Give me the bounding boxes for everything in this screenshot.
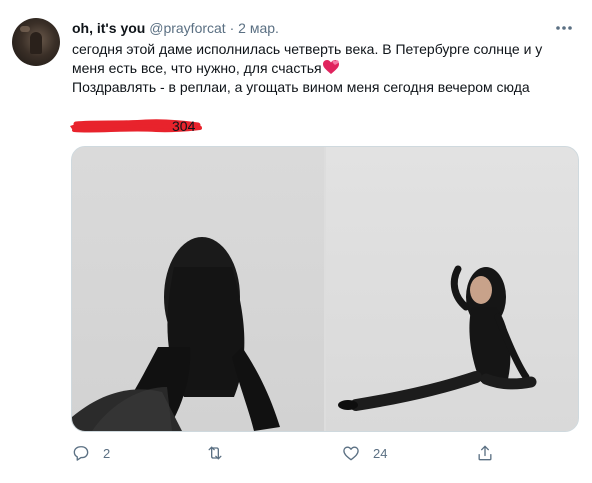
photo-right[interactable] bbox=[326, 147, 578, 431]
retweet-icon bbox=[208, 446, 222, 460]
photo-right-illustration bbox=[338, 265, 537, 411]
share-icon bbox=[478, 445, 492, 461]
tweet-text-line-2-text: меня есть все, что нужно, для счастья bbox=[72, 60, 322, 76]
reply-button[interactable]: 2 bbox=[71, 440, 110, 466]
tweet-date[interactable]: 2 мар. bbox=[238, 20, 279, 36]
redacted-text-suffix: 304 bbox=[172, 118, 196, 134]
tweet-text: сегодня этой даме исполнилась четверть в… bbox=[72, 40, 572, 97]
tweet-text-line-2: меня есть все, что нужно, для счастья bbox=[72, 59, 572, 78]
avatar[interactable] bbox=[12, 18, 60, 66]
like-count: 24 bbox=[373, 445, 388, 461]
more-horizontal-icon[interactable] bbox=[554, 20, 574, 36]
author-name[interactable]: oh, it's you bbox=[72, 20, 145, 36]
tweet-actions: 2 24 bbox=[71, 440, 577, 466]
media-grid bbox=[71, 146, 579, 432]
separator-dot: · bbox=[229, 20, 235, 36]
heart-outline-icon bbox=[343, 446, 359, 461]
photo-left[interactable] bbox=[72, 147, 324, 431]
share-button[interactable] bbox=[475, 440, 495, 466]
avatar-figure bbox=[30, 32, 42, 54]
reply-count: 2 bbox=[103, 445, 111, 461]
like-button[interactable]: 24 bbox=[341, 440, 387, 466]
tweet-text-line-1: сегодня этой даме исполнилась четверть в… bbox=[72, 41, 543, 57]
avatar-highlight bbox=[20, 26, 30, 32]
author-handle[interactable]: @prayforcat bbox=[149, 20, 225, 36]
tweet-text-line-3: Поздравлять - в реплаи, а угощать вином … bbox=[72, 79, 530, 95]
tweet-header: oh, it's you @prayforcat · 2 мар. bbox=[72, 18, 279, 38]
two-hearts-icon bbox=[322, 60, 339, 74]
photo-left-illustration bbox=[72, 237, 280, 431]
retweet-button[interactable] bbox=[205, 440, 237, 466]
tweet-card[interactable]: oh, it's you @prayforcat · 2 мар. сегодн… bbox=[0, 0, 592, 483]
reply-icon bbox=[73, 446, 89, 461]
